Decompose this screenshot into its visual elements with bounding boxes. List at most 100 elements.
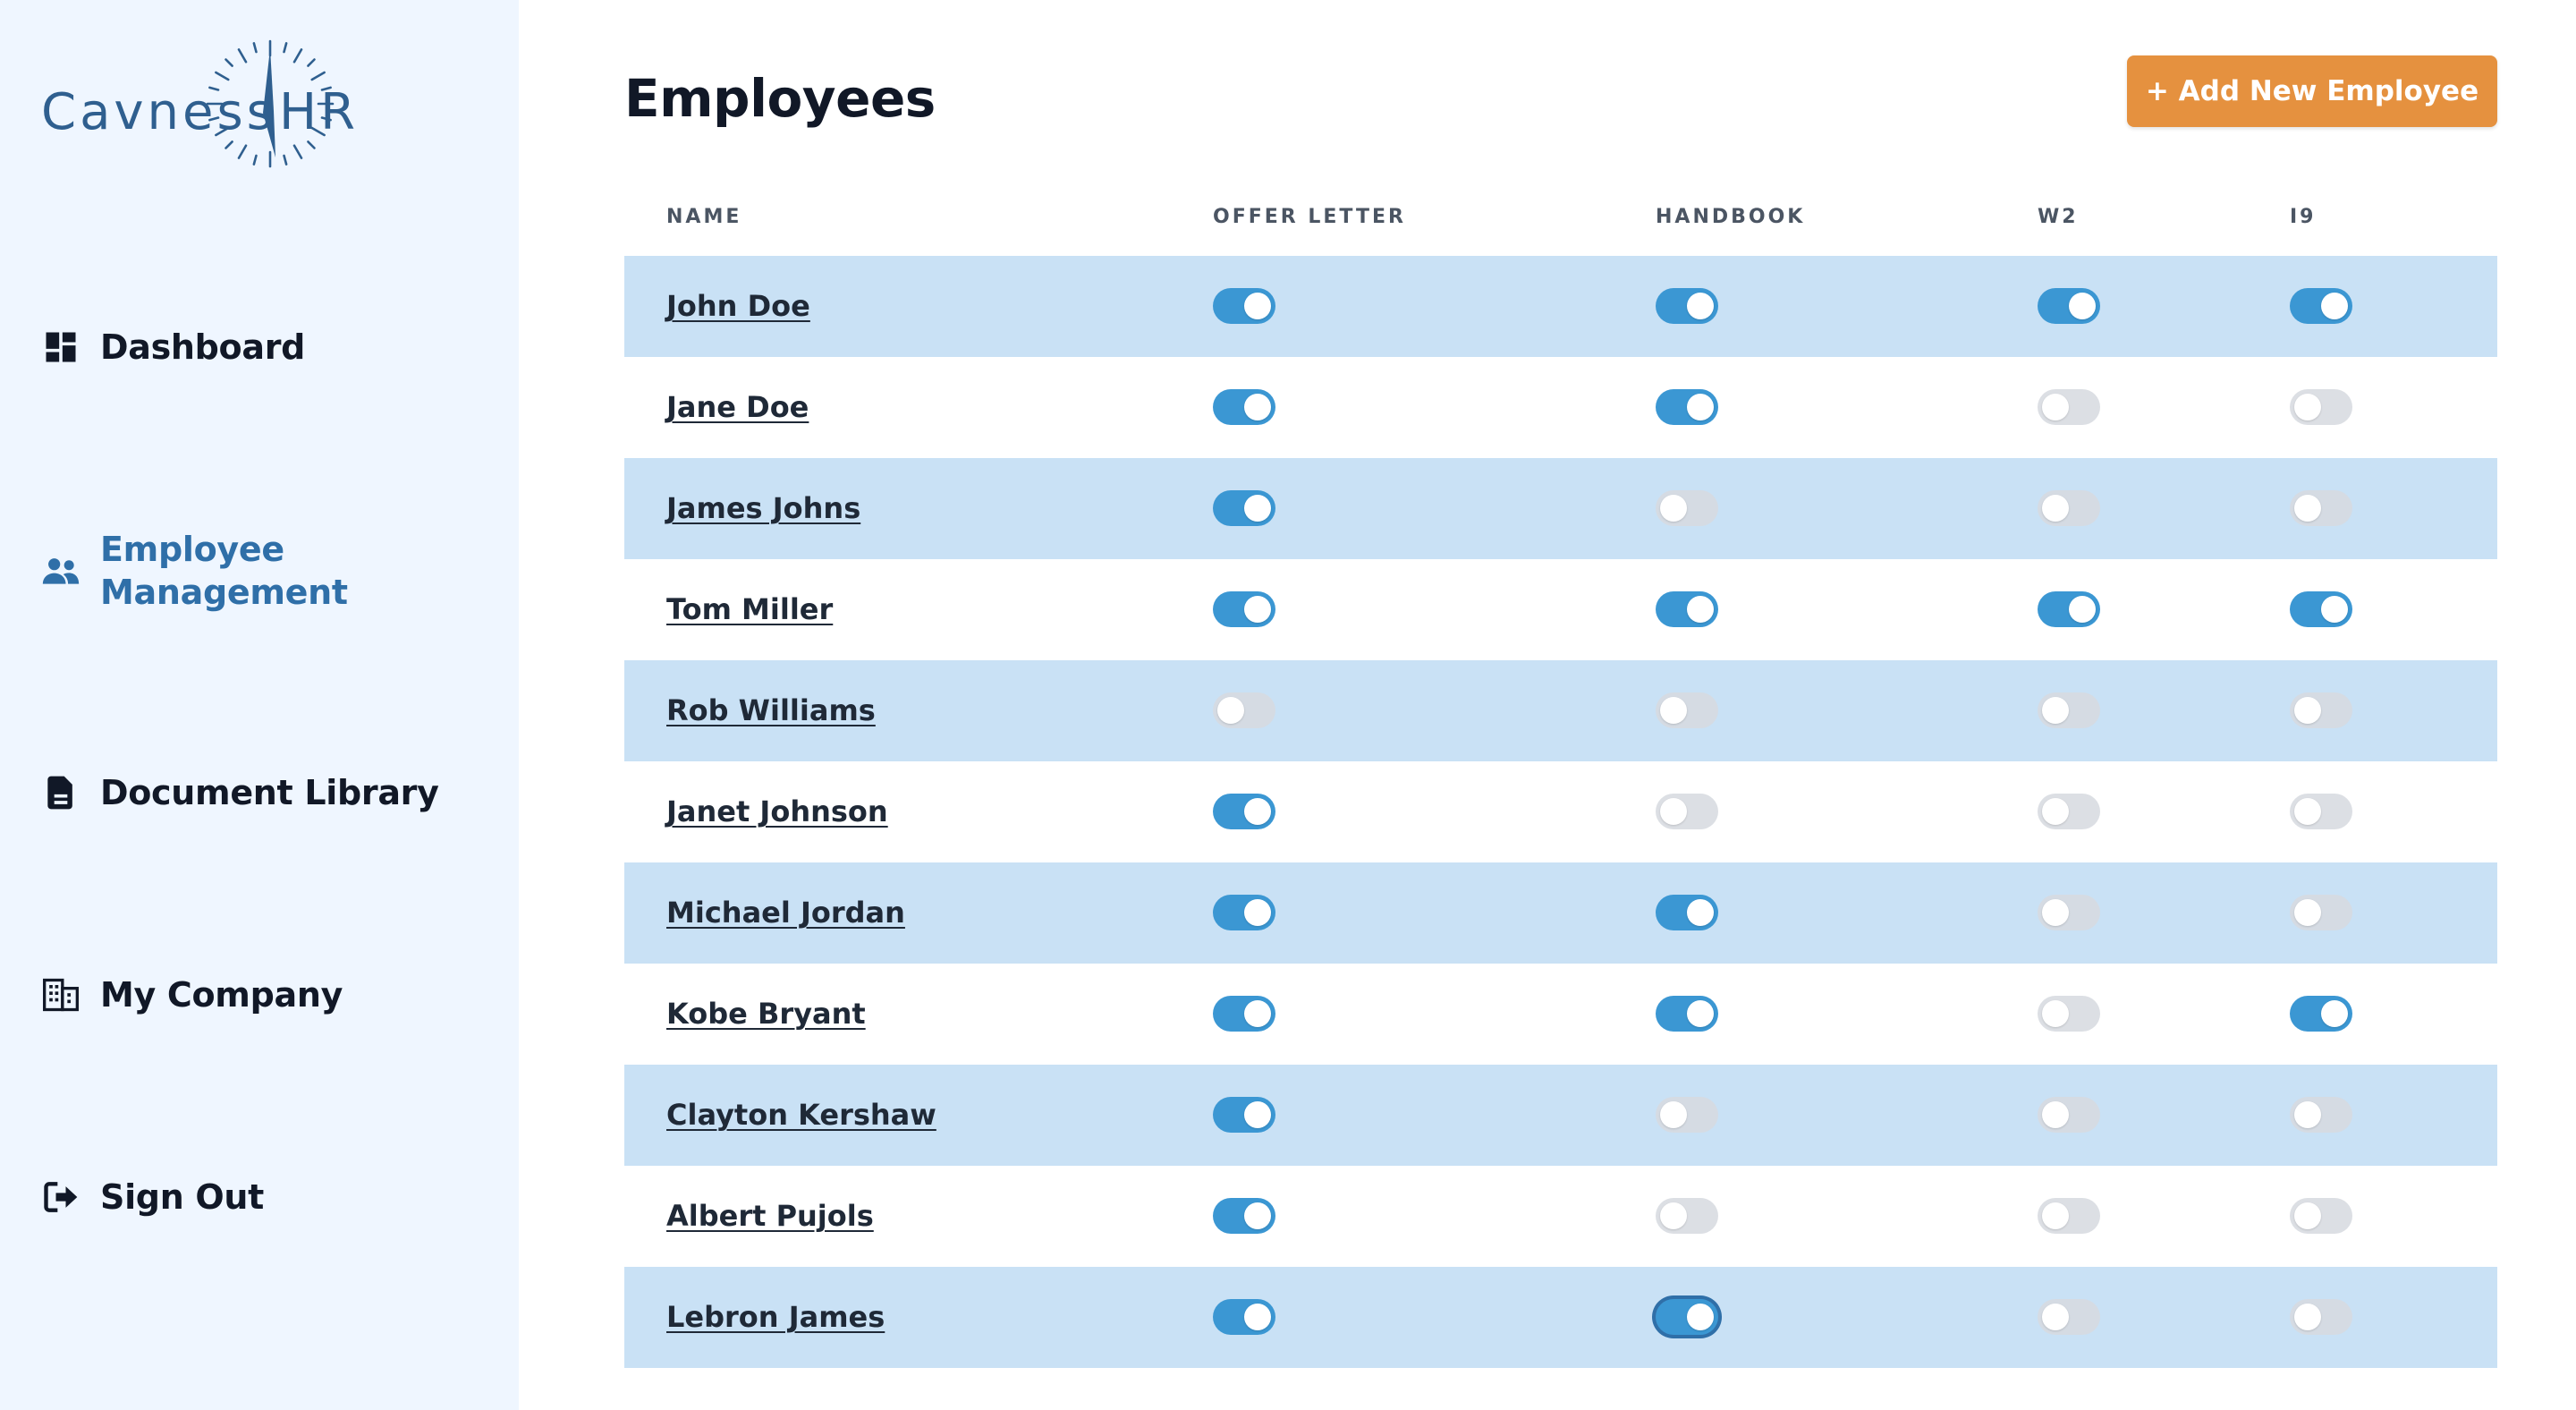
- w2-toggle[interactable]: [2038, 794, 2100, 829]
- toggle-knob: [2294, 1202, 2321, 1229]
- toggle-knob: [1244, 798, 1271, 825]
- toggle-knob: [1687, 293, 1714, 319]
- offer-letter-toggle[interactable]: [1213, 692, 1275, 728]
- employee-name-link[interactable]: Kobe Bryant: [666, 964, 866, 1065]
- i9-toggle[interactable]: [2290, 895, 2352, 930]
- toggle-knob: [1660, 1101, 1687, 1128]
- offer-letter-toggle[interactable]: [1213, 288, 1275, 324]
- sign-out-icon: [39, 1176, 82, 1219]
- handbook-toggle[interactable]: [1656, 1198, 1718, 1234]
- handbook-toggle[interactable]: [1656, 490, 1718, 526]
- sidebar-item-employee-management[interactable]: Employee Management: [39, 528, 386, 614]
- toggle-knob: [1660, 798, 1687, 825]
- toggle-knob: [1244, 596, 1271, 623]
- offer-letter-toggle[interactable]: [1213, 389, 1275, 425]
- toggle-knob: [1244, 899, 1271, 926]
- i9-toggle[interactable]: [2290, 996, 2352, 1032]
- add-new-employee-button[interactable]: + Add New Employee: [2127, 55, 2497, 127]
- sidebar-item-label: My Company: [100, 975, 343, 1015]
- offer-letter-toggle[interactable]: [1213, 490, 1275, 526]
- i9-toggle[interactable]: [2290, 490, 2352, 526]
- toggle-knob: [2042, 1000, 2069, 1027]
- offer-letter-toggle[interactable]: [1213, 591, 1275, 627]
- offer-letter-toggle[interactable]: [1213, 1198, 1275, 1234]
- toggle-knob: [1660, 495, 1687, 522]
- w2-toggle[interactable]: [2038, 288, 2100, 324]
- offer-letter-toggle[interactable]: [1213, 1097, 1275, 1133]
- handbook-toggle[interactable]: [1656, 591, 1718, 627]
- w2-toggle[interactable]: [2038, 1097, 2100, 1133]
- handbook-toggle[interactable]: [1656, 288, 1718, 324]
- handbook-toggle[interactable]: [1656, 996, 1718, 1032]
- main-content: Employees + Add New Employee NAME OFFER …: [519, 0, 2576, 1410]
- sidebar-item-label: Sign Out: [100, 1177, 264, 1217]
- toggle-knob: [1244, 1202, 1271, 1229]
- column-header-offer-letter: OFFER LETTER: [1213, 206, 1406, 228]
- toggle-knob: [1244, 1101, 1271, 1128]
- handbook-toggle[interactable]: [1656, 794, 1718, 829]
- w2-toggle[interactable]: [2038, 389, 2100, 425]
- offer-letter-toggle[interactable]: [1213, 1299, 1275, 1335]
- employee-name-link[interactable]: Janet Johnson: [666, 761, 888, 862]
- employee-name-link[interactable]: John Doe: [666, 256, 810, 357]
- handbook-toggle[interactable]: [1656, 895, 1718, 930]
- w2-toggle[interactable]: [2038, 591, 2100, 627]
- building-icon: [39, 973, 82, 1016]
- sidebar-item-my-company[interactable]: My Company: [39, 973, 343, 1016]
- toggle-knob: [1687, 394, 1714, 420]
- w2-toggle[interactable]: [2038, 1299, 2100, 1335]
- toggle-knob: [1217, 697, 1244, 724]
- cavnesshr-logo[interactable]: Cavness HR: [39, 39, 361, 174]
- employee-name-link[interactable]: Jane Doe: [666, 357, 809, 458]
- toggle-knob: [1687, 1000, 1714, 1027]
- toggle-knob: [2294, 394, 2321, 420]
- employee-name-link[interactable]: Rob Williams: [666, 660, 876, 761]
- i9-toggle[interactable]: [2290, 1097, 2352, 1133]
- toggle-knob: [2294, 1304, 2321, 1330]
- employee-name-link[interactable]: Lebron James: [666, 1267, 885, 1368]
- column-header-handbook: HANDBOOK: [1656, 206, 1806, 228]
- i9-toggle[interactable]: [2290, 591, 2352, 627]
- i9-toggle[interactable]: [2290, 794, 2352, 829]
- toggle-knob: [2321, 1000, 2348, 1027]
- handbook-toggle[interactable]: [1656, 1299, 1718, 1335]
- toggle-knob: [2294, 495, 2321, 522]
- i9-toggle[interactable]: [2290, 389, 2352, 425]
- handbook-toggle[interactable]: [1656, 692, 1718, 728]
- toggle-knob: [1687, 596, 1714, 623]
- toggle-knob: [2321, 596, 2348, 623]
- w2-toggle[interactable]: [2038, 895, 2100, 930]
- i9-toggle[interactable]: [2290, 1198, 2352, 1234]
- table-row: Clayton Kershaw: [624, 1065, 2497, 1166]
- employee-name-link[interactable]: Tom Miller: [666, 559, 833, 660]
- i9-toggle[interactable]: [2290, 1299, 2352, 1335]
- table-row: Tom Miller: [624, 559, 2497, 660]
- page-title: Employees: [624, 68, 936, 129]
- employee-name-link[interactable]: Michael Jordan: [666, 862, 905, 964]
- sidebar-item-sign-out[interactable]: Sign Out: [39, 1176, 264, 1219]
- handbook-toggle[interactable]: [1656, 1097, 1718, 1133]
- toggle-knob: [2069, 596, 2096, 623]
- toggle-knob: [1660, 697, 1687, 724]
- column-header-i9: I9: [2290, 206, 2317, 228]
- sidebar-item-label: Employee Management: [100, 530, 348, 612]
- w2-toggle[interactable]: [2038, 996, 2100, 1032]
- employee-name-link[interactable]: James Johns: [666, 458, 860, 559]
- sidebar-item-dashboard[interactable]: Dashboard: [39, 326, 305, 369]
- handbook-toggle[interactable]: [1656, 389, 1718, 425]
- sidebar-item-document-library[interactable]: Document Library: [39, 771, 439, 814]
- employee-name-link[interactable]: Albert Pujols: [666, 1166, 874, 1267]
- toggle-knob: [2294, 1101, 2321, 1128]
- w2-toggle[interactable]: [2038, 1198, 2100, 1234]
- i9-toggle[interactable]: [2290, 692, 2352, 728]
- toggle-knob: [2294, 798, 2321, 825]
- w2-toggle[interactable]: [2038, 692, 2100, 728]
- offer-letter-toggle[interactable]: [1213, 895, 1275, 930]
- w2-toggle[interactable]: [2038, 490, 2100, 526]
- users-icon: [39, 549, 82, 592]
- sidebar: Cavness HR Dashboard Employee Management…: [0, 0, 519, 1410]
- employee-name-link[interactable]: Clayton Kershaw: [666, 1065, 936, 1166]
- offer-letter-toggle[interactable]: [1213, 794, 1275, 829]
- i9-toggle[interactable]: [2290, 288, 2352, 324]
- offer-letter-toggle[interactable]: [1213, 996, 1275, 1032]
